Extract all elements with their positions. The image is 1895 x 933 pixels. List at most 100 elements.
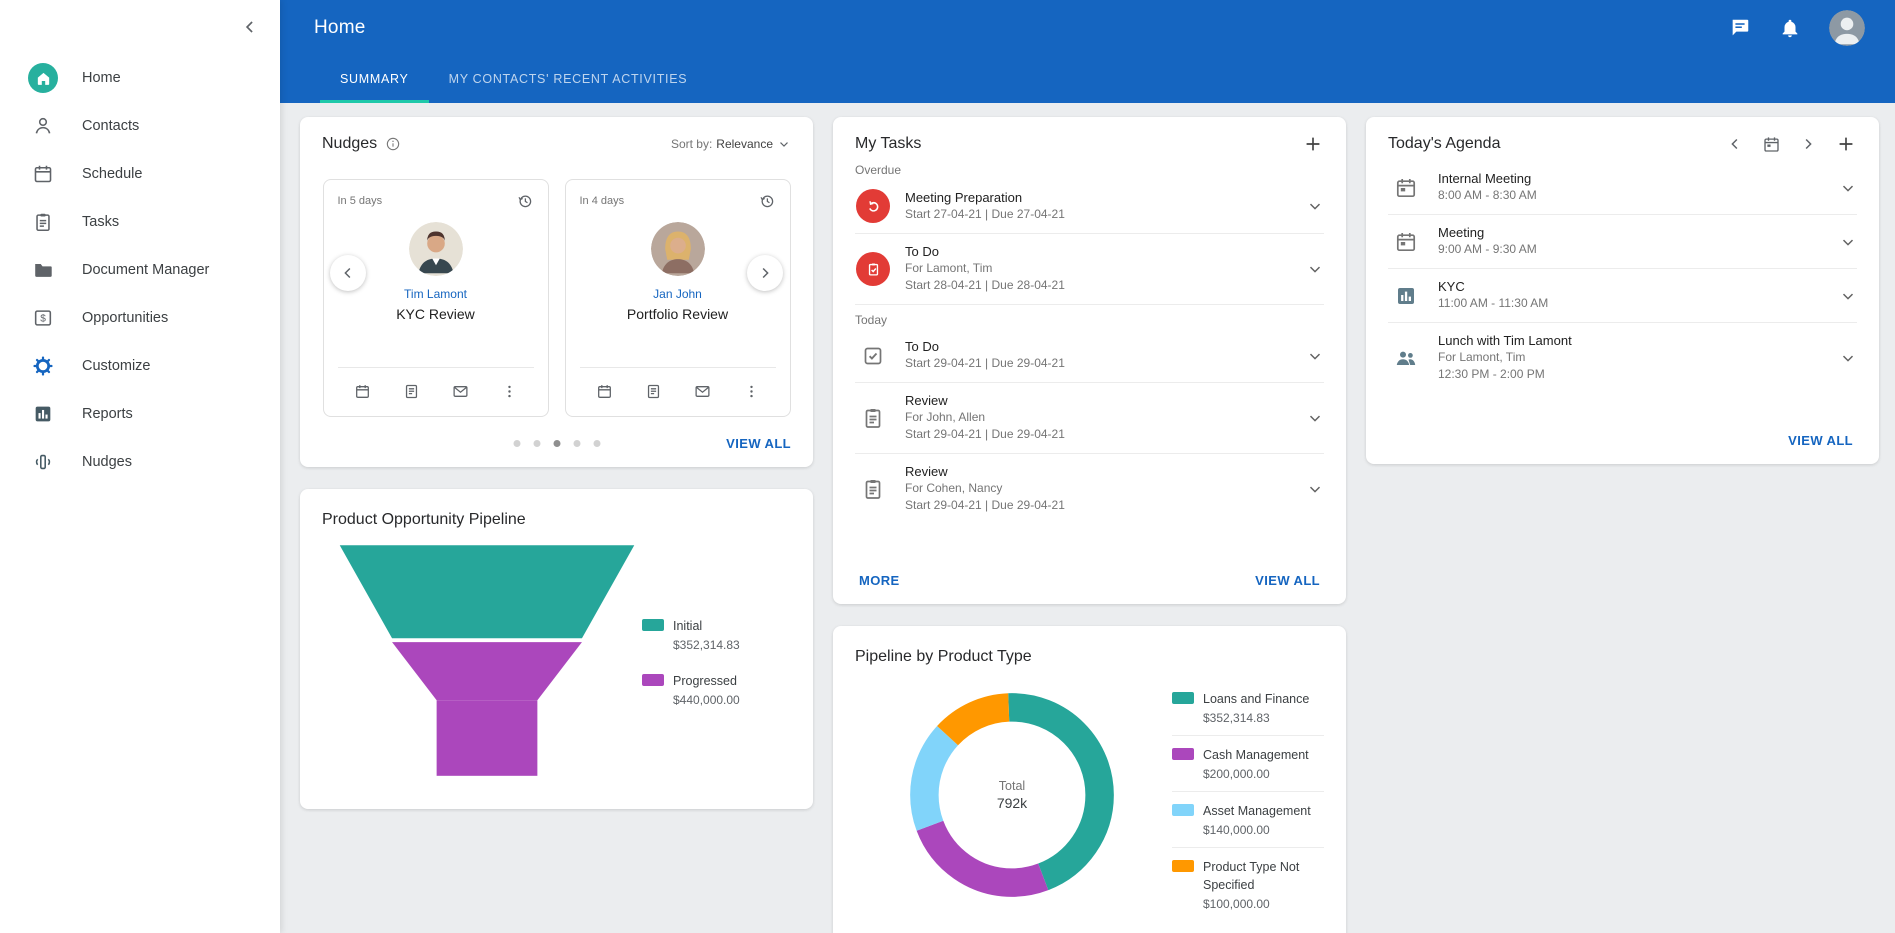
agenda-item-for: For Lamont, Tim bbox=[1438, 349, 1825, 366]
agenda-calendar-button[interactable] bbox=[1762, 135, 1781, 154]
sidebar-item-document-manager[interactable]: Document Manager bbox=[0, 246, 280, 294]
sidebar-collapse-button[interactable] bbox=[240, 17, 260, 37]
more-options-icon[interactable] bbox=[743, 383, 760, 400]
task-row[interactable]: Review For John, Allen Start 29-04-21 | … bbox=[855, 383, 1324, 454]
mail-icon[interactable] bbox=[452, 383, 469, 400]
tab-recent-activities[interactable]: MY CONTACTS' RECENT ACTIVITIES bbox=[429, 55, 708, 103]
expand-task-button[interactable] bbox=[1306, 197, 1324, 215]
nudges-view-all-link[interactable]: VIEW ALL bbox=[726, 436, 791, 451]
carousel-dot[interactable] bbox=[553, 440, 560, 447]
history-icon[interactable] bbox=[758, 192, 776, 210]
chevron-down-icon bbox=[1839, 233, 1857, 251]
contact-avatar bbox=[651, 222, 705, 276]
agenda-item-time: 12:30 PM - 2:00 PM bbox=[1438, 366, 1825, 383]
task-row[interactable]: Meeting Preparation Start 27-04-21 | Due… bbox=[855, 179, 1324, 234]
note-icon[interactable] bbox=[645, 383, 662, 400]
task-dates: Start 29-04-21 | Due 29-04-21 bbox=[905, 355, 1292, 372]
legend-swatch bbox=[1172, 748, 1194, 760]
sidebar-item-tasks[interactable]: Tasks bbox=[0, 198, 280, 246]
nudge-icon bbox=[28, 447, 58, 477]
expand-task-button[interactable] bbox=[1306, 480, 1324, 498]
agenda-next-day-button[interactable] bbox=[1799, 135, 1817, 153]
tasks-more-link[interactable]: MORE bbox=[859, 573, 900, 588]
page-title: Home bbox=[314, 17, 1729, 39]
calendar-icon[interactable] bbox=[354, 383, 371, 400]
expand-agenda-button[interactable] bbox=[1839, 233, 1857, 251]
calendar-icon[interactable] bbox=[596, 383, 613, 400]
sidebar-item-customize[interactable]: Customize bbox=[0, 342, 280, 390]
expand-task-button[interactable] bbox=[1306, 409, 1324, 427]
nudge-card[interactable]: In 5 days Tim Lamont KYC Review bbox=[323, 179, 549, 417]
legend-value: $200,000.00 bbox=[1203, 767, 1309, 781]
calendar-icon bbox=[28, 159, 58, 189]
task-row[interactable]: To Do For Lamont, Tim Start 28-04-21 | D… bbox=[855, 234, 1324, 305]
main-area: Home SUMMARY MY CONTACTS' RECENT ACTIVIT… bbox=[280, 0, 1895, 933]
agenda-view-all-link[interactable]: VIEW ALL bbox=[1788, 433, 1853, 448]
expand-task-button[interactable] bbox=[1306, 347, 1324, 365]
bell-icon bbox=[1779, 17, 1801, 39]
agenda-row[interactable]: Internal Meeting 8:00 AM - 8:30 AM bbox=[1388, 161, 1857, 215]
my-tasks-card: My Tasks Overdue Meeting Preparation Sta… bbox=[833, 117, 1346, 604]
task-row[interactable]: Review For Cohen, Nancy Start 29-04-21 |… bbox=[855, 454, 1324, 524]
bar-chart-icon bbox=[28, 399, 58, 429]
carousel-dot[interactable] bbox=[533, 440, 540, 447]
task-row[interactable]: To Do Start 29-04-21 | Due 29-04-21 bbox=[855, 329, 1324, 383]
dollar-icon: $ bbox=[28, 303, 58, 333]
agenda-row[interactable]: KYC 11:00 AM - 11:30 AM bbox=[1388, 269, 1857, 323]
legend-entry: Asset Management $140,000.00 bbox=[1172, 792, 1324, 848]
legend-swatch bbox=[642, 619, 664, 631]
carousel-next-button[interactable] bbox=[747, 255, 783, 291]
add-task-button[interactable] bbox=[1302, 133, 1324, 155]
contact-name-link[interactable]: Tim Lamont bbox=[404, 287, 467, 301]
agenda-row[interactable]: Meeting 9:00 AM - 9:30 AM bbox=[1388, 215, 1857, 269]
carousel-prev-button[interactable] bbox=[330, 255, 366, 291]
carousel-dot[interactable] bbox=[513, 440, 520, 447]
agenda-item-time: 9:00 AM - 9:30 AM bbox=[1438, 241, 1825, 258]
user-avatar[interactable] bbox=[1829, 10, 1865, 46]
sidebar-item-nudges[interactable]: Nudges bbox=[0, 438, 280, 486]
sidebar-item-contacts[interactable]: Contacts bbox=[0, 102, 280, 150]
nudge-card[interactable]: In 4 days Jan John Portfolio Review bbox=[565, 179, 791, 417]
sidebar-item-label: Reports bbox=[82, 406, 133, 422]
expand-agenda-button[interactable] bbox=[1839, 349, 1857, 367]
legend-swatch bbox=[1172, 692, 1194, 704]
expand-agenda-button[interactable] bbox=[1839, 179, 1857, 197]
agenda-prev-day-button[interactable] bbox=[1726, 135, 1744, 153]
tab-summary[interactable]: SUMMARY bbox=[320, 55, 429, 103]
more-options-icon[interactable] bbox=[501, 383, 518, 400]
sort-by-dropdown[interactable]: Sort by: Relevance bbox=[671, 137, 791, 151]
info-icon[interactable] bbox=[385, 136, 401, 152]
dashboard-content: Nudges Sort by: Relevance bbox=[280, 103, 1895, 933]
donut-legend: Loans and Finance $352,314.83 Cash Manag… bbox=[1172, 680, 1324, 921]
sidebar-item-home[interactable]: Home bbox=[0, 54, 280, 102]
agenda-item-time: 8:00 AM - 8:30 AM bbox=[1438, 187, 1825, 204]
legend-value: $440,000.00 bbox=[673, 693, 740, 707]
add-event-button[interactable] bbox=[1835, 133, 1857, 155]
contact-avatar bbox=[409, 222, 463, 276]
agenda-row[interactable]: Lunch with Tim Lamont For Lamont, Tim 12… bbox=[1388, 323, 1857, 393]
expand-agenda-button[interactable] bbox=[1839, 287, 1857, 305]
sidebar-item-opportunities[interactable]: $ Opportunities bbox=[0, 294, 280, 342]
expand-task-button[interactable] bbox=[1306, 260, 1324, 278]
sidebar-item-label: Nudges bbox=[82, 454, 132, 470]
mail-icon[interactable] bbox=[694, 383, 711, 400]
notifications-button[interactable] bbox=[1779, 17, 1801, 39]
chevron-left-icon bbox=[1726, 135, 1744, 153]
history-icon[interactable] bbox=[516, 192, 534, 210]
nudges-carousel: In 5 days Tim Lamont KYC Review bbox=[322, 179, 791, 417]
chat-button[interactable] bbox=[1729, 17, 1751, 39]
sidebar-item-label: Home bbox=[82, 70, 121, 86]
agenda-item-time: 11:00 AM - 11:30 AM bbox=[1438, 295, 1825, 312]
tasks-view-all-link[interactable]: VIEW ALL bbox=[1255, 573, 1320, 588]
sidebar-item-reports[interactable]: Reports bbox=[0, 390, 280, 438]
task-title: To Do bbox=[905, 339, 1292, 355]
kyc-chart-icon bbox=[1394, 284, 1418, 308]
sidebar-item-schedule[interactable]: Schedule bbox=[0, 150, 280, 198]
contact-name-link[interactable]: Jan John bbox=[653, 287, 702, 301]
note-icon[interactable] bbox=[403, 383, 420, 400]
chevron-right-icon bbox=[756, 264, 774, 282]
sidebar-item-label: Schedule bbox=[82, 166, 142, 182]
left-column: Nudges Sort by: Relevance bbox=[300, 117, 813, 809]
carousel-dot[interactable] bbox=[573, 440, 580, 447]
carousel-dot[interactable] bbox=[593, 440, 600, 447]
